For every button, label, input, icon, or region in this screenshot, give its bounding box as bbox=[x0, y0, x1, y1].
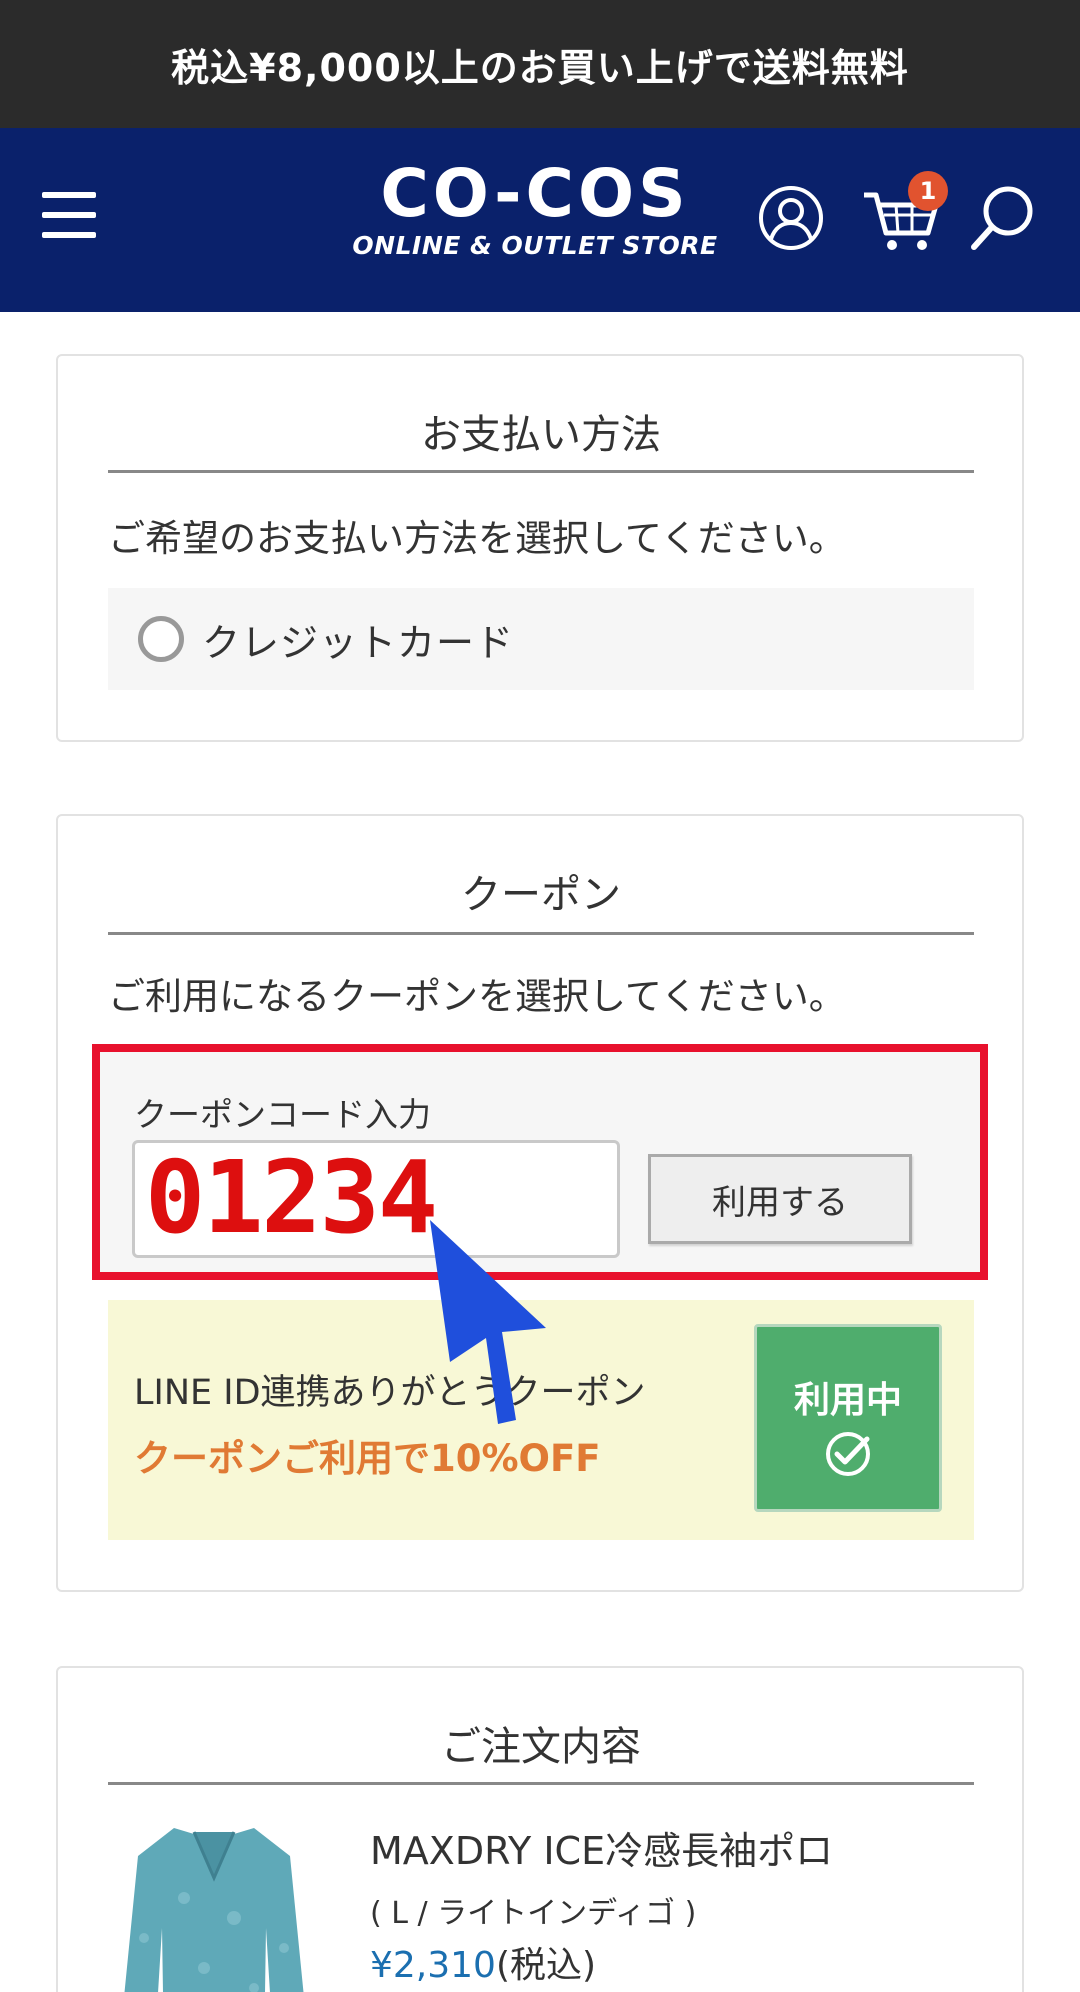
search-icon[interactable] bbox=[968, 183, 1038, 253]
order-card: ご注文内容 MAXDRY ICE冷感長袖ポロ ( L / ライトインディゴ ) … bbox=[56, 1666, 1024, 1992]
order-title: ご注文内容 bbox=[441, 1724, 641, 1770]
coupon-lead: ご利用になるクーポンを選択してください。 bbox=[108, 975, 846, 1018]
payment-lead: ご希望のお支払い方法を選択してください。 bbox=[108, 517, 846, 560]
coupon-title: クーポン bbox=[461, 872, 621, 918]
logo-main-text: CO-COS bbox=[380, 155, 690, 232]
coupon-code-label: クーポンコード入力 bbox=[134, 1095, 431, 1134]
menu-icon[interactable] bbox=[42, 192, 96, 238]
product-name[interactable]: MAXDRY ICE冷感長袖ポロ bbox=[370, 1820, 833, 1875]
user-icon[interactable] bbox=[756, 183, 826, 253]
logo-sub-text: ONLINE & OUTLET STORE bbox=[352, 231, 718, 260]
in-use-label: 利用中 bbox=[793, 1380, 902, 1421]
order-divider bbox=[108, 1782, 974, 1785]
payment-option-credit-card[interactable]: クレジットカード bbox=[108, 588, 974, 690]
site-header: CO-COS ONLINE & OUTLET STORE 1 bbox=[0, 128, 1080, 312]
apply-coupon-button[interactable]: 利用する bbox=[648, 1154, 912, 1244]
radio-button[interactable] bbox=[138, 616, 184, 662]
promo-banner: 税込¥8,000以上のお買い上げで送料無料 bbox=[0, 0, 1080, 128]
payment-option-label: クレジットカード bbox=[202, 620, 515, 665]
promo-text: 税込¥8,000以上のお買い上げで送料無料 bbox=[171, 45, 909, 90]
coupon-in-use-button[interactable]: 利用中 bbox=[754, 1324, 942, 1512]
product-variant: ( L / ライトインディゴ ) bbox=[370, 1896, 697, 1931]
payment-card: お支払い方法 ご希望のお支払い方法を選択してください。 クレジットカード bbox=[56, 354, 1024, 742]
pointer-arrow-icon bbox=[430, 1220, 546, 1424]
coupon-card: クーポン ご利用になるクーポンを選択してください。 クーポンコード入力 0123… bbox=[56, 814, 1024, 1592]
store-logo[interactable]: CO-COS ONLINE & OUTLET STORE bbox=[340, 160, 730, 264]
product-price: ¥2,310(税込) bbox=[370, 1936, 596, 1988]
coupon-divider bbox=[108, 932, 974, 935]
price-amount: ¥2,310 bbox=[370, 1945, 496, 1986]
payment-divider bbox=[108, 470, 974, 473]
payment-title: お支払い方法 bbox=[421, 412, 661, 458]
cart-count-badge: 1 bbox=[908, 171, 948, 211]
product-image[interactable] bbox=[114, 1818, 314, 1992]
check-circle-icon bbox=[826, 1432, 870, 1476]
price-tax-note: (税込) bbox=[495, 1945, 597, 1986]
